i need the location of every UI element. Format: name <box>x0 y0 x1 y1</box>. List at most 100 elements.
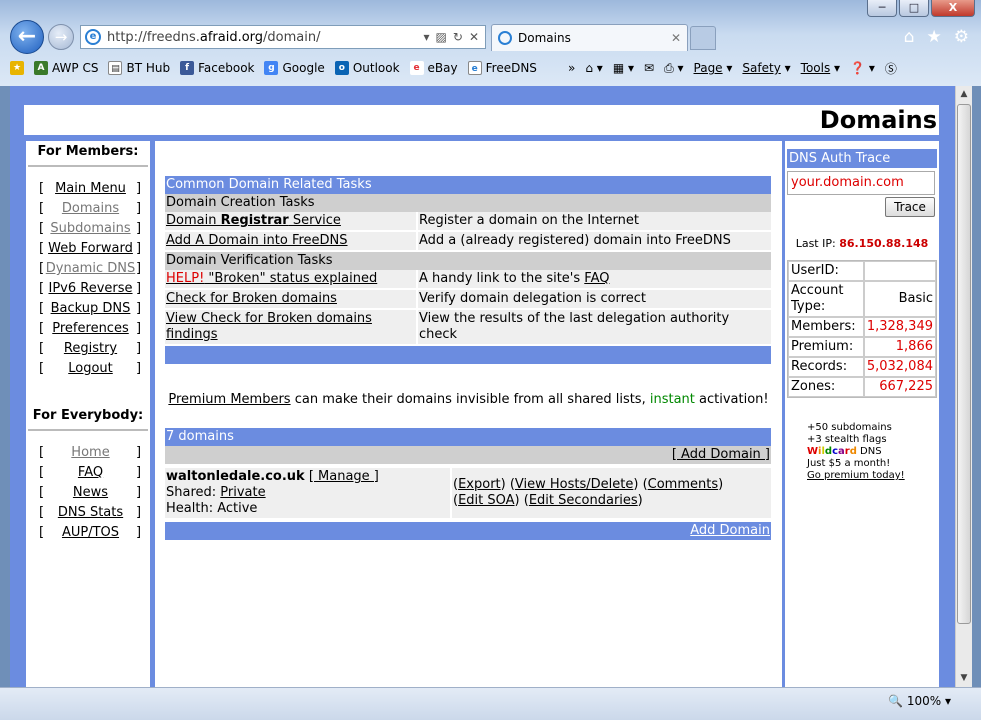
view-broken-findings-link[interactable]: View Check for Broken domains findings <box>166 311 372 342</box>
maximize-button[interactable]: □ <box>899 0 929 17</box>
members-link[interactable]: Dynamic DNS <box>45 261 136 277</box>
premium-members-link[interactable]: Premium Members <box>168 392 290 407</box>
feeds-icon[interactable]: ▦ ▾ <box>613 61 634 75</box>
members-item: [Web Forward] <box>26 241 150 257</box>
everybody-link[interactable]: AUP/TOS <box>45 525 136 541</box>
help-broken-link[interactable]: HELP! "Broken" status explained <box>166 271 377 286</box>
fav-awp-cs[interactable]: A AWP CS <box>34 61 98 75</box>
vertical-scrollbar[interactable]: ▲ ▼ <box>955 86 972 687</box>
go-premium-link[interactable]: Go premium today! <box>807 470 905 481</box>
shared-private-link[interactable]: Private <box>220 485 265 500</box>
add-domain-top-link[interactable]: [ Add Domain ] <box>672 447 770 462</box>
favorites-star-add-icon[interactable]: ★ <box>10 61 24 75</box>
comments-link[interactable]: Comments <box>648 477 718 492</box>
address-bar[interactable]: e http://freedns.afraid.org/domain/ ▾ ▨ … <box>80 25 486 49</box>
scroll-down-icon[interactable]: ▼ <box>956 670 972 687</box>
back-button[interactable]: ← <box>10 20 44 54</box>
print-icon[interactable]: ⎙ ▾ <box>664 61 683 76</box>
bracket: ] <box>136 361 142 376</box>
more-chevron-icon[interactable]: » <box>568 61 575 75</box>
facebook-icon: f <box>180 61 195 75</box>
domain-name: waltonledale.co.uk <box>166 469 305 484</box>
scroll-up-icon[interactable]: ▲ <box>956 86 972 103</box>
tab-domains[interactable]: Domains ✕ <box>491 24 688 51</box>
home-icon[interactable]: ⌂ <box>904 27 915 47</box>
scroll-thumb[interactable] <box>957 104 971 624</box>
members-link[interactable]: Preferences <box>45 321 136 337</box>
dropdown-icon[interactable]: ▾ <box>424 30 430 44</box>
everybody-heading: For Everybody: <box>32 408 144 423</box>
zoom-icon: 🔍 <box>888 694 904 708</box>
stat-value: Basic <box>863 281 936 317</box>
everybody-link[interactable]: DNS Stats <box>45 505 136 521</box>
domain-trace-input[interactable]: your.domain.com <box>787 171 935 195</box>
members-link[interactable]: Domains <box>45 201 136 217</box>
fav-ebay[interactable]: e eBay <box>409 61 458 75</box>
members-link[interactable]: Registry <box>45 341 136 357</box>
bracket: ] <box>136 341 142 356</box>
divider <box>28 429 148 431</box>
fav-facebook[interactable]: f Facebook <box>180 61 254 75</box>
bracket: ] <box>136 201 142 216</box>
bracket: ] <box>136 445 142 460</box>
members-link[interactable]: Backup DNS <box>45 301 136 317</box>
fav-freedns[interactable]: e FreeDNS <box>467 61 537 75</box>
safety-menu[interactable]: Safety ▾ <box>742 61 790 75</box>
manage-domain-link[interactable]: [ Manage ] <box>309 469 379 484</box>
verification-tasks-header: Domain Verification Tasks <box>165 252 771 270</box>
add-domain-task-link[interactable]: Add A Domain into FreeDNS <box>166 233 348 248</box>
edit-secondaries-link[interactable]: Edit Secondaries <box>529 493 638 508</box>
members-link[interactable]: Main Menu <box>45 181 136 197</box>
everybody-link[interactable]: Home <box>45 445 136 461</box>
export-link[interactable]: Export <box>458 477 501 492</box>
tools-menu[interactable]: Tools ▾ <box>801 61 840 75</box>
gear-icon[interactable]: ⚙ <box>954 27 969 47</box>
faq-link[interactable]: FAQ <box>584 271 609 286</box>
creation-tasks-header: Domain Creation Tasks <box>165 194 771 212</box>
home-cmd-icon[interactable]: ⌂ ▾ <box>585 61 602 75</box>
stats-row: Members: 1,328,349 <box>788 317 936 337</box>
fav-outlook[interactable]: o Outlook <box>334 61 400 75</box>
help-icon[interactable]: ❓ ▾ <box>850 61 875 75</box>
page-menu[interactable]: Page ▾ <box>694 61 733 75</box>
forward-button[interactable]: → <box>48 24 74 50</box>
members-link[interactable]: IPv6 Reverse <box>45 281 136 297</box>
bracket: ] <box>136 281 142 296</box>
favorites-star-icon[interactable]: ★ <box>927 27 942 47</box>
fav-google[interactable]: g Google <box>264 61 325 75</box>
everybody-link[interactable]: FAQ <box>45 465 136 481</box>
refresh-icon[interactable]: ↻ <box>453 30 463 44</box>
minimize-button[interactable]: ─ <box>867 0 897 17</box>
check-broken-link[interactable]: Check for Broken domains <box>166 291 337 306</box>
trace-button[interactable]: Trace <box>885 197 935 217</box>
stop-icon[interactable]: ✕ <box>469 30 479 44</box>
stat-value <box>863 261 936 281</box>
add-domain-bottom-link[interactable]: Add Domain <box>690 523 770 538</box>
close-button[interactable]: X <box>931 0 975 17</box>
members-link[interactable]: Logout <box>45 361 136 377</box>
page-title: Domains <box>24 105 939 135</box>
skype-icon[interactable]: Ⓢ <box>885 60 897 77</box>
ie-tab-icon <box>498 31 512 45</box>
add-domain-desc: Add a (already registered) domain into F… <box>418 232 771 252</box>
page-icon: ▤ <box>108 61 123 75</box>
stat-label: Premium: <box>788 337 864 357</box>
fav-bt-hub[interactable]: ▤ BT Hub <box>108 61 170 75</box>
check-desc: Verify domain delegation is correct <box>418 290 771 310</box>
compat-view-icon[interactable]: ▨ <box>436 30 447 44</box>
status-bar: 🔍 100% ▾ <box>0 687 981 720</box>
zoom-control[interactable]: 🔍 100% ▾ <box>888 694 951 708</box>
new-tab-button[interactable] <box>690 26 716 50</box>
close-tab-icon[interactable]: ✕ <box>671 31 681 45</box>
registrar-service-link[interactable]: Domain Registrar Service <box>166 213 341 228</box>
mail-icon[interactable]: ✉ <box>644 61 654 75</box>
view-hosts-link[interactable]: View Hosts/Delete <box>515 477 633 492</box>
members-item: [Main Menu] <box>26 181 150 197</box>
premium-notice: Premium Members can make their domains i… <box>168 392 769 407</box>
stat-label: Account Type: <box>788 281 864 317</box>
members-link[interactable]: Web Forward <box>45 241 136 257</box>
edit-soa-link[interactable]: Edit SOA <box>458 493 514 508</box>
left-sidebar: For Members: [Main Menu] [Domains] [Subdom… <box>26 141 150 687</box>
everybody-link[interactable]: News <box>45 485 136 501</box>
members-link[interactable]: Subdomains <box>45 221 136 237</box>
